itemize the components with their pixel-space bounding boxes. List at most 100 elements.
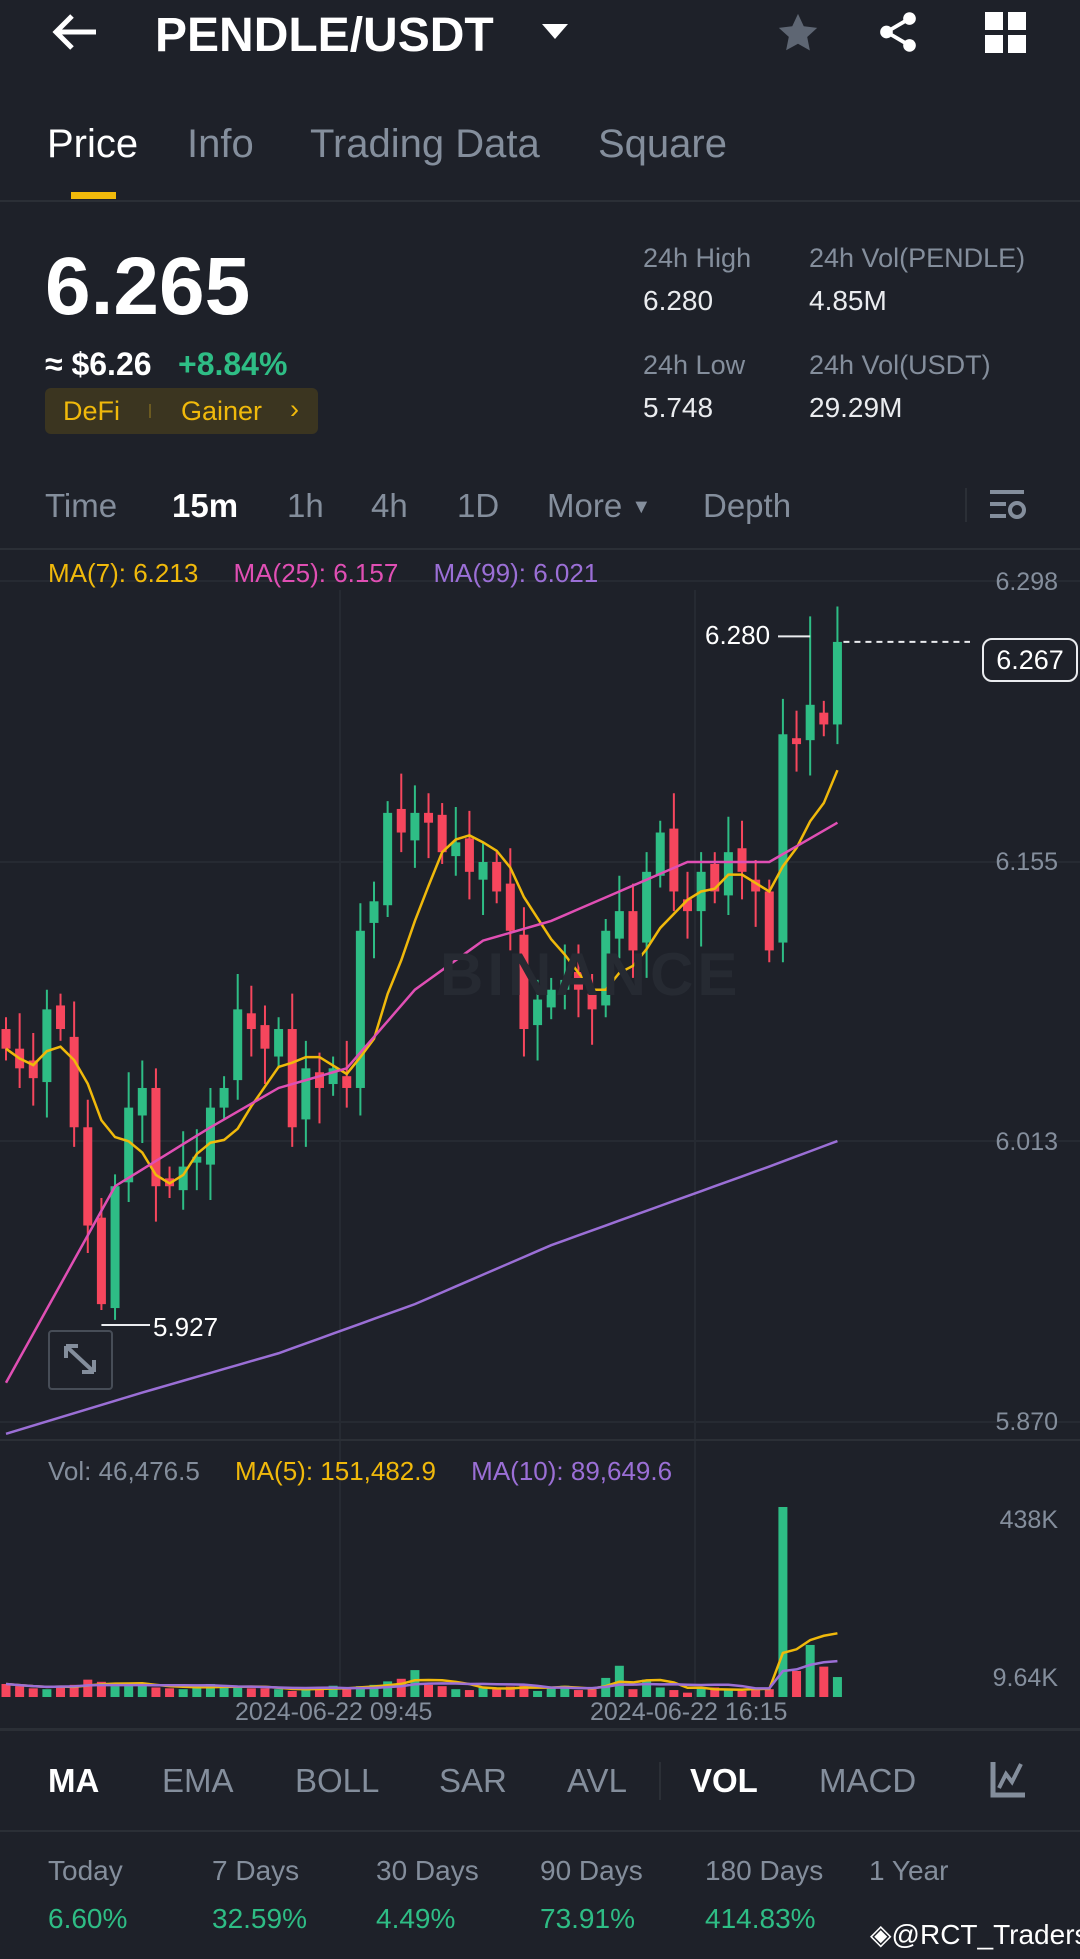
candle-down — [669, 828, 679, 892]
volume-bar — [683, 1692, 692, 1697]
perf-value: 6.60% — [48, 1903, 128, 1934]
watermark-text: @RCT_Traders — [891, 1919, 1080, 1950]
volume-bar — [492, 1689, 502, 1697]
volume-bar — [151, 1687, 161, 1697]
price-axis-label: 6.013 — [995, 1128, 1058, 1156]
volume-ma10-line — [5, 1659, 838, 1690]
indicator-macd[interactable]: MACD — [819, 1762, 916, 1800]
candle-down — [1, 1029, 11, 1049]
watermark: ◈@RCT_Traders — [870, 1918, 1080, 1951]
candle-up — [301, 1068, 311, 1120]
volume-bar — [655, 1687, 665, 1697]
perf-label: 90 Days — [540, 1855, 643, 1886]
ma99-legend: MA(99): 6.021 — [433, 558, 599, 588]
candle-up — [832, 641, 842, 725]
volume-bar — [28, 1688, 38, 1697]
volume-bar — [178, 1689, 188, 1697]
candle-up — [478, 862, 488, 880]
perf-value: 32.59% — [212, 1903, 307, 1934]
indicator-sar[interactable]: SAR — [439, 1762, 507, 1800]
vol-ma5-legend: MA(5): 151,482.9 — [235, 1456, 436, 1486]
current-price-badge: 6.267 — [982, 638, 1078, 682]
volume-bar — [546, 1687, 556, 1697]
indicator-ema[interactable]: EMA — [162, 1762, 234, 1800]
high-marker-label: 6.280 — [705, 620, 771, 650]
volume-bar — [124, 1684, 134, 1697]
volume-bar — [764, 1689, 774, 1697]
candle-up — [614, 911, 624, 939]
candle-up — [655, 832, 665, 876]
low-marker-label: 5.927 — [153, 1312, 219, 1342]
candle-down — [260, 1025, 270, 1049]
volume-bar — [274, 1689, 284, 1697]
candle-down — [737, 848, 747, 872]
perf-label: Today — [48, 1855, 123, 1886]
volume-bar — [165, 1688, 175, 1697]
indicator-avl[interactable]: AVL — [567, 1762, 627, 1800]
volume-bar — [696, 1688, 706, 1697]
candle-down — [342, 1076, 352, 1088]
candle-down — [396, 808, 406, 833]
volume-bar — [396, 1678, 406, 1697]
volume-ma5-line — [5, 1632, 838, 1691]
volume-bar — [233, 1687, 243, 1697]
indicator-vol[interactable]: VOL — [690, 1762, 758, 1800]
indicator-ma[interactable]: MA — [48, 1762, 99, 1800]
volume-bar — [669, 1690, 679, 1697]
volume-bar — [737, 1690, 747, 1697]
candle-up — [451, 842, 461, 857]
x-axis-label: 2024-06-22 09:45 — [235, 1698, 433, 1726]
candle-down — [505, 883, 515, 931]
price-axis-label: 5.870 — [995, 1408, 1058, 1436]
indicator-boll[interactable]: BOLL — [295, 1762, 379, 1800]
perf-label: 180 Days — [705, 1855, 824, 1886]
volume-bar — [819, 1666, 829, 1697]
volume-bar — [1, 1683, 11, 1697]
candle-up — [410, 812, 420, 841]
chart-watermark: BINANCE — [440, 941, 742, 1008]
candle-up — [274, 1029, 284, 1057]
x-axis-label: 2024-06-22 16:15 — [590, 1698, 788, 1726]
candle-up — [369, 901, 379, 923]
ma7-legend: MA(7): 6.213 — [48, 558, 199, 588]
volume-bar — [832, 1677, 842, 1697]
divider — [0, 1830, 1080, 1832]
candle-down — [287, 1029, 297, 1128]
volume-bar — [778, 1507, 788, 1697]
candle-up — [383, 812, 393, 906]
volume-bar — [792, 1670, 802, 1697]
volume-bar — [573, 1690, 583, 1697]
candle-up — [42, 1009, 52, 1083]
binance-logo-icon: ◈ — [870, 1919, 892, 1950]
volume-bar — [110, 1686, 120, 1697]
fullscreen-button[interactable] — [48, 1330, 113, 1390]
candle-up — [205, 1107, 215, 1165]
volume-bar — [464, 1690, 474, 1697]
divider — [659, 1762, 661, 1800]
perf-label: 30 Days — [376, 1855, 479, 1886]
candle-down — [437, 814, 447, 853]
price-axis-label: 6.298 — [995, 568, 1058, 596]
expand-icon — [64, 1344, 96, 1374]
candle-down — [69, 1036, 79, 1128]
candle-down — [792, 738, 802, 745]
candle-up — [805, 704, 815, 741]
perf-value: 4.49% — [376, 1903, 456, 1934]
volume-bar — [246, 1688, 256, 1697]
volume-bar — [42, 1689, 52, 1697]
vol-ma10-legend: MA(10): 89,649.6 — [471, 1456, 673, 1486]
candle-up — [642, 871, 652, 943]
candle-down — [492, 862, 502, 892]
ma99-line — [5, 1139, 838, 1436]
indicator-settings-icon[interactable] — [990, 1760, 1026, 1798]
candle-down — [764, 891, 774, 951]
volume-bar — [642, 1679, 652, 1697]
candle-up — [219, 1087, 229, 1108]
candle-down — [56, 1005, 66, 1030]
volume-bar — [628, 1689, 638, 1697]
volume-bar — [587, 1689, 597, 1697]
volume-bar — [437, 1686, 447, 1697]
candle-up — [355, 930, 365, 1088]
candle-up — [137, 1087, 147, 1116]
candle-down — [246, 1013, 256, 1030]
